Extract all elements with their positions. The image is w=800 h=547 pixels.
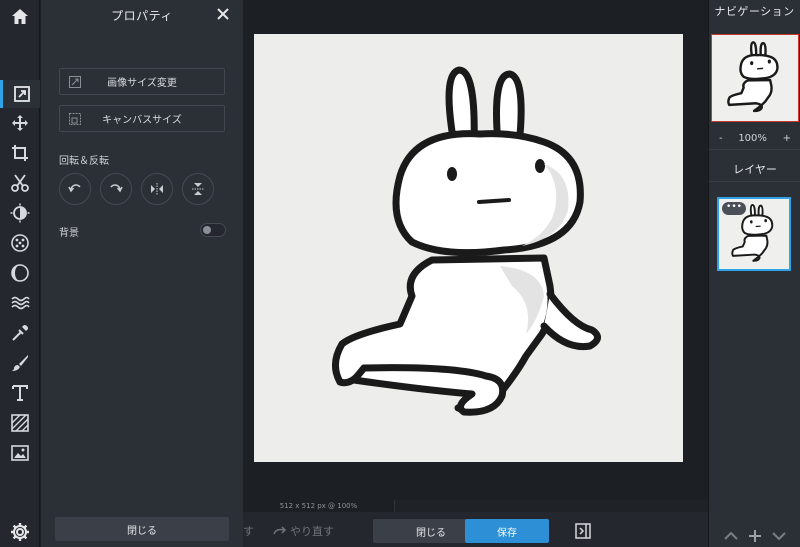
tool-rail <box>0 0 40 547</box>
scissors-icon <box>11 174 29 192</box>
resize-icon <box>69 76 81 88</box>
canvas-workspace <box>243 0 708 500</box>
redo-button[interactable]: やり直す <box>273 523 334 539</box>
background-toggle[interactable] <box>200 223 226 237</box>
right-panel: ナビゲーション - 100% + レイヤー ••• <box>708 0 800 547</box>
pattern-icon <box>11 414 29 432</box>
tool-cut[interactable] <box>0 169 40 197</box>
rotate-right-button[interactable] <box>100 173 132 205</box>
zoom-level: 100% <box>738 133 767 144</box>
liquify-icon <box>11 264 29 282</box>
background-toggle-knob <box>203 226 211 234</box>
properties-panel: プロパティ 画像サイズ変更 キャンバスサイズ 回転＆反転 背景 閉じる <box>41 0 243 547</box>
tool-image[interactable] <box>0 439 40 467</box>
canvas-info: 512 x 512 px @ 100% <box>243 500 395 512</box>
layer-item[interactable]: ••• <box>717 197 791 271</box>
zoom-control: - 100% + <box>709 128 800 150</box>
redo-label: やり直す <box>290 525 334 538</box>
undo-button[interactable]: す <box>243 523 254 539</box>
background-label: 背景 <box>59 228 79 239</box>
rotate-right-icon <box>110 184 123 193</box>
gear-icon <box>11 523 29 541</box>
dropper-icon <box>12 325 28 341</box>
add-layer-icon[interactable] <box>748 529 762 543</box>
wave-icon <box>11 296 30 310</box>
tool-dropper[interactable] <box>0 319 40 347</box>
move-icon <box>12 115 28 131</box>
rotate-left-icon <box>68 184 81 193</box>
zoom-out-button[interactable]: - <box>719 133 723 144</box>
canvas-size-icon <box>69 113 81 125</box>
tool-move[interactable] <box>0 109 40 137</box>
navigator-thumbnail[interactable] <box>711 34 799 122</box>
layers-title: レイヤー <box>709 158 800 182</box>
close-icon[interactable] <box>215 6 231 22</box>
image-icon <box>11 445 29 461</box>
tool-effects[interactable] <box>0 229 40 257</box>
chevron-down-icon[interactable] <box>772 531 786 541</box>
tool-text[interactable] <box>0 379 40 407</box>
rotate-left-button[interactable] <box>59 173 91 205</box>
effects-icon <box>11 234 29 252</box>
rabbit-illustration <box>332 66 601 416</box>
redo-icon <box>273 526 287 535</box>
tool-liquify[interactable] <box>0 259 40 287</box>
expand-panel-icon[interactable] <box>575 523 591 539</box>
bottom-bar: す やり直す 閉じる 保存 <box>243 512 708 547</box>
chevron-up-icon[interactable] <box>724 531 738 541</box>
settings-button[interactable] <box>0 517 40 547</box>
tool-brush[interactable] <box>0 349 40 377</box>
tool-pattern[interactable] <box>0 409 40 437</box>
home-button[interactable] <box>0 0 40 34</box>
navigator-rabbit-icon <box>727 41 779 113</box>
zoom-in-button[interactable]: + <box>783 133 791 144</box>
save-button[interactable]: 保存 <box>465 519 549 543</box>
canvas-size-button[interactable]: キャンバスサイズ <box>59 105 225 132</box>
info-bar <box>395 500 708 512</box>
image-canvas[interactable] <box>254 34 683 462</box>
properties-close-button[interactable]: 閉じる <box>55 517 229 541</box>
flip-horizontal-icon <box>151 183 163 195</box>
tool-adjust[interactable] <box>0 199 40 227</box>
text-icon <box>12 385 28 401</box>
properties-icon <box>13 86 30 102</box>
flip-vertical-button[interactable] <box>182 173 214 205</box>
properties-title: プロパティ <box>111 9 173 23</box>
tool-texture[interactable] <box>0 289 40 317</box>
layer-menu-button[interactable]: ••• <box>722 202 746 215</box>
tool-properties[interactable] <box>0 80 40 108</box>
resize-image-label: 画像サイズ変更 <box>107 78 177 89</box>
home-icon <box>12 9 28 24</box>
properties-header: プロパティ <box>41 0 243 30</box>
rotate-flip-label: 回転＆反転 <box>59 156 109 167</box>
flip-vertical-icon <box>192 183 204 195</box>
photo-editor-app: プロパティ 画像サイズ変更 キャンバスサイズ 回転＆反転 背景 閉じる 512 … <box>0 0 800 547</box>
crop-icon <box>12 145 28 161</box>
resize-image-button[interactable]: 画像サイズ変更 <box>59 68 225 95</box>
flip-horizontal-button[interactable] <box>141 173 173 205</box>
adjust-icon <box>10 203 30 223</box>
tool-crop[interactable] <box>0 139 40 167</box>
layer-controls <box>709 525 800 547</box>
navigator-title: ナビゲーション <box>714 5 795 18</box>
canvas-size-label: キャンバスサイズ <box>102 115 182 126</box>
brush-icon <box>12 355 28 371</box>
